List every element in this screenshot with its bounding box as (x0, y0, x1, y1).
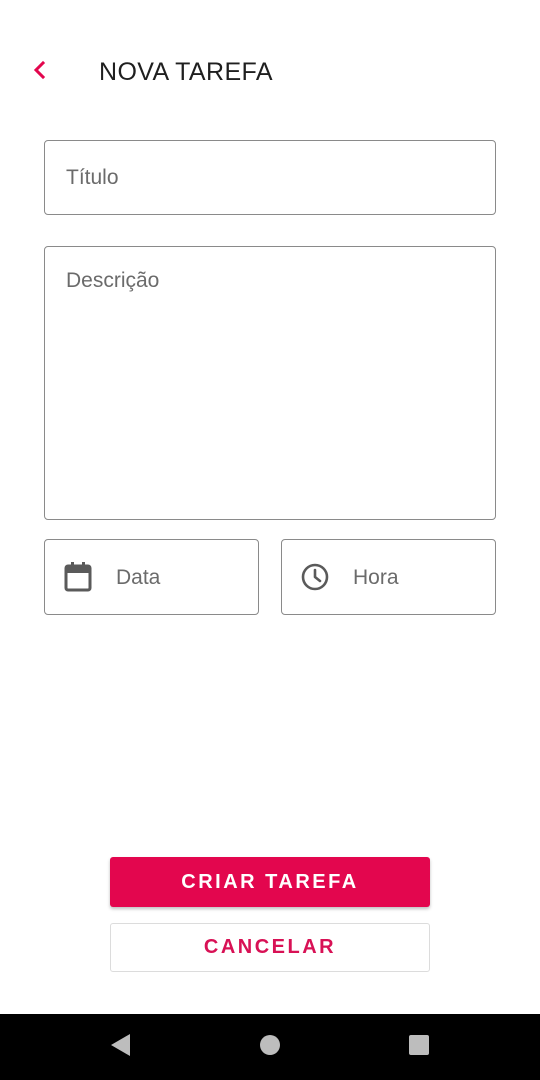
nav-back-icon (108, 1032, 132, 1063)
nav-home-icon (259, 1034, 281, 1061)
clock-icon (298, 560, 332, 594)
system-navigation-bar (0, 1014, 540, 1080)
title-input[interactable] (66, 164, 466, 192)
new-task-screen: NOVA TAREFA Data Hora CRIAR TAREFA CANCE… (0, 0, 540, 1080)
date-label: Data (116, 566, 161, 589)
nav-recents-button[interactable] (404, 1032, 434, 1062)
time-label: Hora (353, 566, 399, 589)
description-input[interactable] (66, 269, 471, 499)
nav-back-button[interactable] (105, 1032, 135, 1062)
description-field[interactable] (44, 246, 496, 520)
create-task-button[interactable]: CRIAR TAREFA (110, 857, 430, 907)
back-button[interactable] (22, 52, 58, 92)
time-picker-field[interactable]: Hora (281, 539, 496, 615)
calendar-icon (61, 560, 95, 594)
date-picker-field[interactable]: Data (44, 539, 259, 615)
cancel-button[interactable]: CANCELAR (110, 923, 430, 972)
page-title: NOVA TAREFA (99, 58, 273, 86)
title-field[interactable] (44, 140, 496, 215)
chevron-left-icon (32, 59, 48, 86)
nav-home-button[interactable] (255, 1032, 285, 1062)
nav-recents-icon (408, 1034, 430, 1061)
